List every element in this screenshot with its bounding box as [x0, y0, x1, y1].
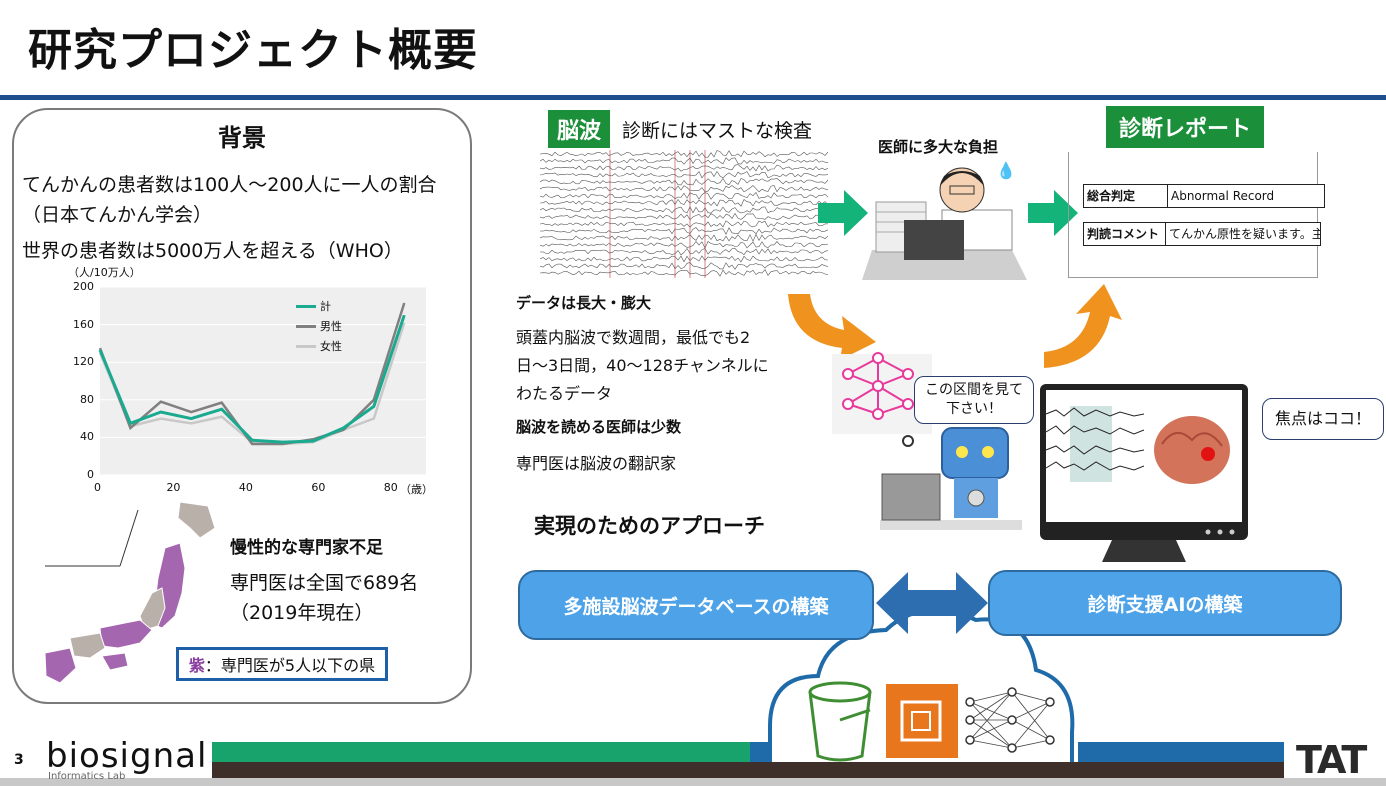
chart-y-tick-label: 0: [87, 468, 94, 481]
doctor-burden-label: 医師に多大な負担: [878, 138, 999, 156]
footer-blue-bar: [750, 742, 768, 762]
storage-bucket-icon: [808, 681, 872, 762]
bullet-text-line: 日～3日間，40～128チャンネルに: [516, 356, 769, 375]
organization-logo: TAT: [1296, 738, 1367, 782]
chart-x-tick-label: 60: [311, 481, 326, 494]
chart-y-tick-label: 120: [73, 355, 94, 369]
report-row-key: 判読コメント: [1084, 223, 1167, 245]
focus-speech-bubble: 焦点はココ！: [1262, 398, 1384, 440]
svg-text:💧: 💧: [996, 161, 1016, 180]
chart-plot-area: [100, 287, 426, 475]
map-legend: 紫 ：専門医が5人以下の県: [176, 647, 388, 681]
report-row-verdict: 総合判定 Abnormal Record: [1083, 184, 1325, 208]
bullet-text-line: 頭蓋内脳波で数週間，最低でも2: [516, 328, 751, 347]
background-line-world: 世界の患者数は5000万人を超える（WHO）: [22, 240, 403, 262]
database-construction-pill: 多施設脳波データベースの構築: [518, 570, 874, 640]
background-line-incidence: てんかんの患者数は100人～200人に一人の割合: [22, 174, 437, 196]
footer-green-bar: [212, 742, 750, 762]
specialist-count: 専門医は全国で689名: [230, 572, 419, 594]
bullet-heading-few-doctors: 脳波を読める医師は少数: [516, 418, 682, 436]
double-arrow-icon: [876, 572, 988, 634]
footer-dark-bar: [212, 762, 1284, 778]
eeg-tag: 脳波: [548, 110, 610, 148]
bullet-text-line: 専門医は脳波の翻訳家: [516, 454, 677, 473]
chart-y-tick-label: 40: [80, 430, 94, 444]
shortage-heading: 慢性的な専門家不足: [230, 538, 383, 558]
overworked-doctor-illustration: 💧: [862, 161, 1027, 280]
lab-logo: biosignal: [46, 736, 208, 776]
report-row-value: てんかん原性を疑います。主: [1169, 227, 1320, 241]
approach-heading: 実現のためのアプローチ: [534, 514, 765, 538]
background-heading: 背景: [218, 124, 266, 152]
chart-x-tick-label: 80: [383, 481, 398, 494]
monitor-display: [1040, 384, 1248, 562]
robot-speech-bubble: この区間を見て下さい！: [914, 376, 1034, 424]
legend-item-female: 女性: [296, 338, 342, 354]
neural-network-diagram-icon: [965, 687, 1055, 753]
compute-chip-icon: [886, 684, 958, 758]
chart-x-tick-label: 20: [166, 481, 181, 494]
chart-x-tick-label: 40: [238, 481, 253, 494]
report-row-comment: 判読コメント てんかん原性を疑います。主: [1083, 222, 1321, 246]
chart-legend: 計 男性 女性: [296, 298, 342, 354]
page-title: 研究プロジェクト概要: [28, 25, 478, 76]
page-number: 3: [14, 752, 24, 768]
bullet-text-line: わたるデータ: [516, 384, 613, 403]
eeg-caption: 診断にはマストな検査: [622, 120, 813, 142]
report-row-value: Abnormal Record: [1171, 189, 1275, 203]
footer-base: [0, 778, 1386, 786]
lab-logo-subtitle: Informatics Lab: [48, 771, 126, 782]
map-legend-key: 紫: [188, 656, 205, 675]
bullet-heading-data-size: データは長大・膨大: [516, 294, 652, 312]
map-legend-text: ：専門医が5人以下の県: [204, 656, 376, 675]
background-line-source: （日本てんかん学会）: [22, 204, 213, 226]
curved-arrow-icon: [1044, 284, 1122, 368]
chart-x-axis-label: （歳）: [400, 483, 433, 496]
chart-y-tick-label: 200: [73, 280, 94, 293]
robot-assistant-illustration: [880, 427, 1022, 530]
chart-y-tick-label: 160: [73, 317, 94, 331]
incidence-line-chart: [98, 286, 426, 476]
legend-item-male: 男性: [296, 318, 342, 334]
title-divider: [0, 95, 1386, 100]
report-document: 総合判定 Abnormal Record 判読コメント てんかん原性を疑います。…: [1068, 152, 1325, 278]
legend-item-total: 計: [296, 298, 342, 314]
chart-y-axis-label: （人/10万人）: [68, 266, 141, 279]
specialist-count-year: （2019年現在）: [230, 602, 374, 624]
chart-x-tick-label: 0: [94, 481, 101, 494]
chart-y-tick-label: 80: [80, 392, 94, 406]
report-tag: 診断レポート: [1106, 106, 1264, 148]
report-row-key: 総合判定: [1084, 185, 1168, 207]
footer-blue-bar: [1078, 742, 1284, 762]
ai-construction-pill: 診断支援AIの構築: [988, 570, 1342, 636]
